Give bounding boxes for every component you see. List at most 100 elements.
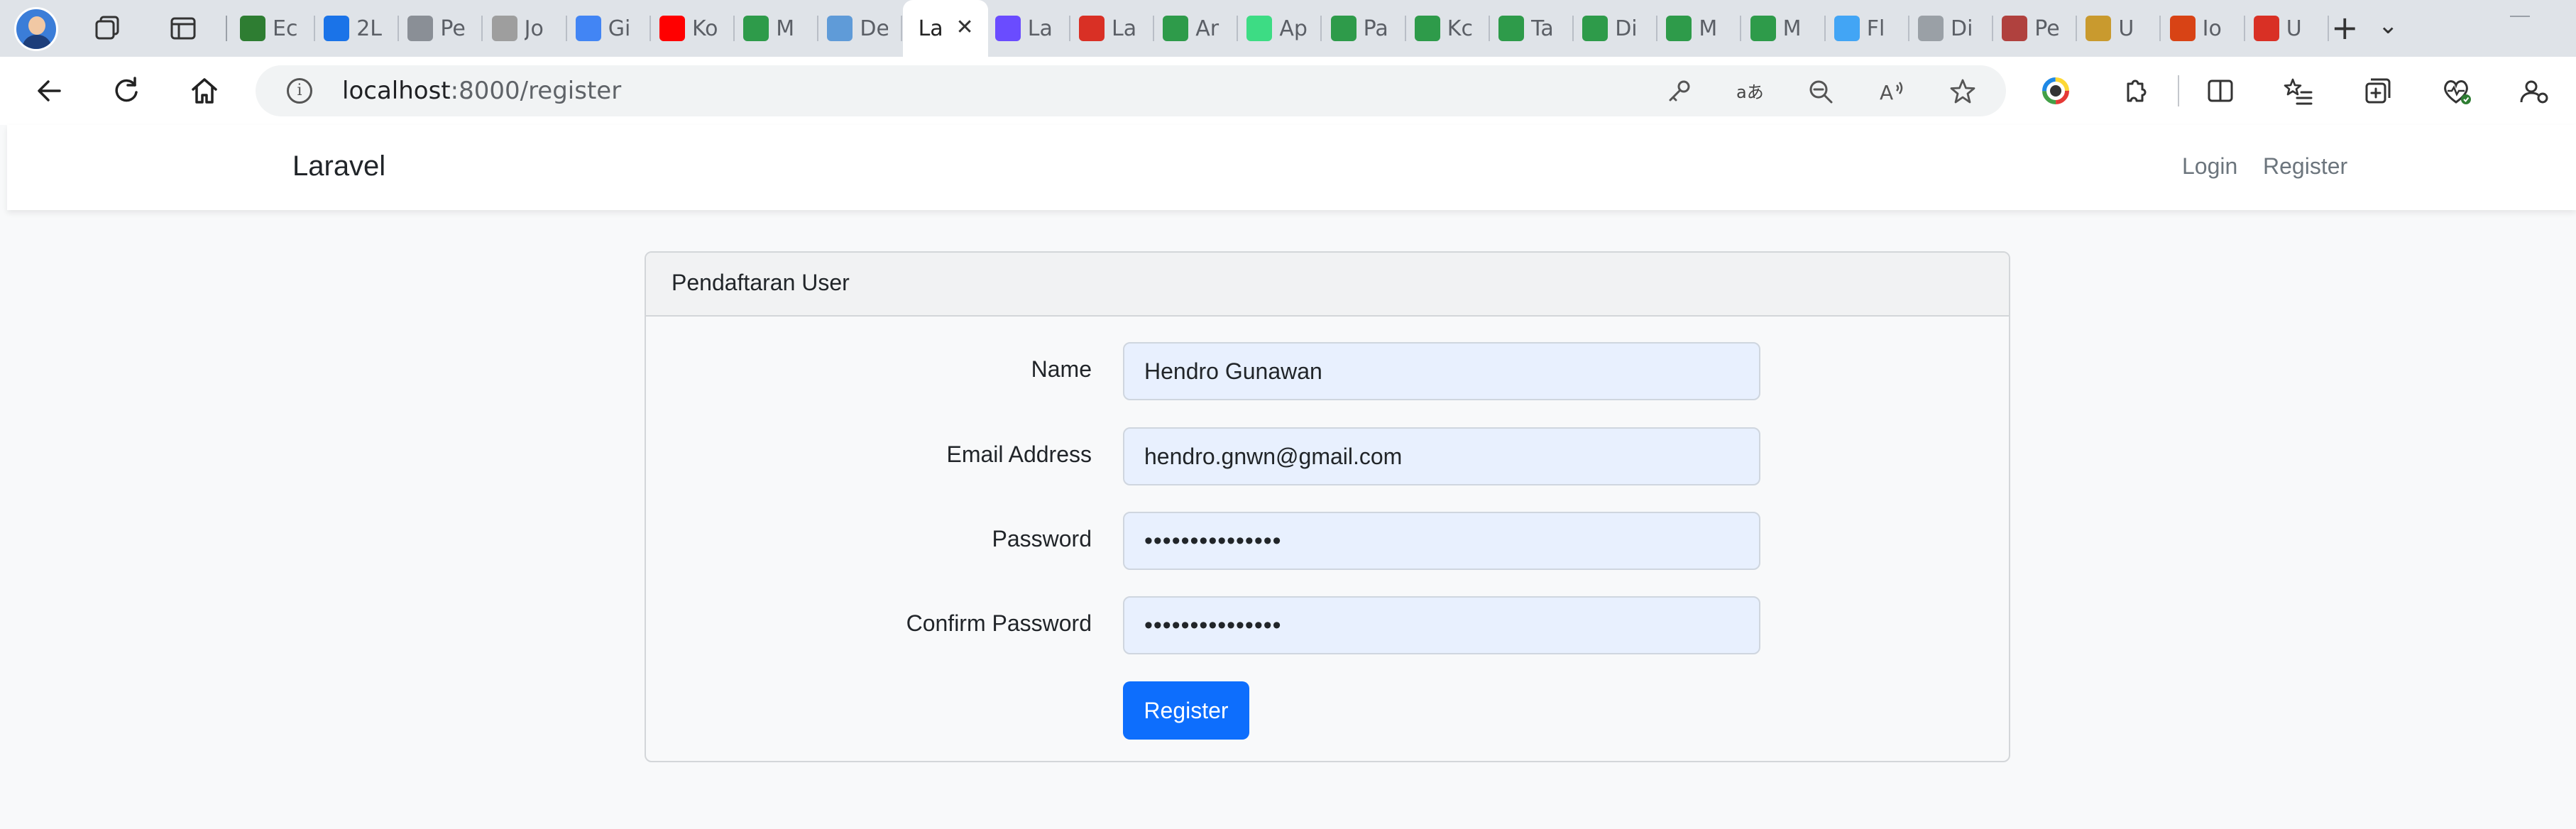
browser-tab-title: M — [1699, 16, 1718, 41]
browser-tab-title: Pa — [1363, 16, 1388, 41]
toolbar-divider — [2178, 75, 2179, 106]
tab-list-button[interactable]: ⌄ — [2378, 11, 2399, 40]
tab-separator — [2327, 16, 2329, 41]
browser-tab[interactable]: Ec — [231, 0, 315, 57]
browser-tab[interactable]: La — [987, 0, 1070, 57]
zoom-out-icon[interactable] — [1806, 77, 1836, 106]
browser-tab[interactable]: De — [818, 0, 903, 57]
browser-tab[interactable]: La — [1070, 0, 1154, 57]
home-icon[interactable] — [186, 72, 223, 109]
browser-tab[interactable]: Pa — [1322, 0, 1406, 57]
avatar-face — [28, 16, 45, 35]
browser-tab-title: U — [2118, 16, 2134, 41]
browser-tab-title: Pe — [2034, 16, 2060, 41]
new-tab-button[interactable]: + — [2331, 10, 2359, 45]
browser-tab[interactable]: La ✕ — [902, 0, 988, 57]
password-key-icon[interactable] — [1664, 77, 1694, 106]
browser-tab[interactable]: Kc — [1406, 0, 1490, 57]
browser-tab[interactable]: Ar — [1154, 0, 1239, 57]
browser-tab[interactable]: Ta — [1490, 0, 1574, 57]
browser-tab[interactable]: Di — [1909, 0, 1993, 57]
name-input[interactable] — [1123, 342, 1760, 400]
app-brand[interactable]: Laravel — [292, 150, 385, 182]
mendeley-icon — [1750, 16, 1776, 41]
browser-tab-title: Fl — [1866, 16, 1885, 41]
browser-tab[interactable]: Jo — [483, 0, 567, 57]
android-icon — [1246, 16, 1273, 41]
mendeley-icon — [1163, 16, 1189, 41]
maps-pin-icon — [240, 16, 265, 41]
browser-tab[interactable]: M — [1742, 0, 1826, 57]
profile-manager-icon[interactable] — [2517, 74, 2551, 108]
google-icon — [1918, 16, 1944, 41]
flutter-icon — [1834, 16, 1860, 41]
browser-tab-title: La — [918, 16, 943, 41]
browser-tab[interactable]: 2L — [315, 0, 400, 57]
browser-tab-title: Ec — [273, 16, 298, 41]
email-input[interactable] — [1123, 427, 1760, 485]
vertical-tabs-icon[interactable] — [168, 13, 199, 44]
browser-tab[interactable]: U — [2245, 0, 2329, 57]
mendeley-icon — [743, 16, 769, 41]
workspaces-icon[interactable] — [92, 13, 124, 44]
split-screen-icon[interactable] — [2203, 74, 2237, 108]
translate-icon[interactable]: aあ — [1735, 77, 1765, 106]
site-info-icon[interactable]: i — [287, 78, 312, 104]
browser-tab[interactable]: Ko — [651, 0, 735, 57]
browser-tab-title: Gi — [608, 16, 631, 41]
color-extension-icon[interactable] — [2039, 74, 2073, 108]
browser-tab-title: Ap — [1279, 16, 1308, 41]
browser-tab-title: Ta — [1531, 16, 1554, 41]
url-path: :8000/register — [450, 77, 622, 105]
browser-tab[interactable]: Gi — [567, 0, 651, 57]
pdf-icon — [2253, 16, 2279, 41]
color-wheel-icon — [994, 16, 1021, 41]
favorite-star-icon[interactable] — [1948, 77, 1978, 106]
back-icon[interactable] — [31, 72, 68, 109]
refresh-icon[interactable] — [108, 72, 145, 109]
browser-tab[interactable]: Ap — [1238, 0, 1322, 57]
browser-tab[interactable]: Di — [1574, 0, 1658, 57]
uma-logo-icon — [2169, 16, 2196, 41]
mendeley-icon — [1582, 16, 1608, 41]
browser-tab-title: Ar — [1195, 16, 1220, 41]
close-tab-icon[interactable]: ✕ — [955, 17, 973, 38]
browser-tab[interactable]: M — [735, 0, 819, 57]
browser-tab-strip: Ec 2L Pe Jo Gi Ko M De La ✕ La La Ar Ap Pa Kc Ta Di M M Fl Di… — [0, 0, 2576, 57]
browser-tab[interactable]: U — [2077, 0, 2161, 57]
browser-tab-title: Pe — [440, 16, 466, 41]
confirm-password-input[interactable]: ••••••••••••••• — [1123, 596, 1760, 654]
favorites-list-icon[interactable] — [2281, 74, 2315, 108]
browser-tab-title: U — [2286, 16, 2302, 41]
password-input[interactable]: ••••••••••••••• — [1123, 512, 1760, 570]
read-aloud-icon[interactable]: A — [1877, 77, 1907, 106]
app-navbar: Laravel Login Register — [7, 125, 2576, 210]
svg-text:A: A — [1880, 81, 1893, 104]
browser-tab-title: La — [1027, 16, 1053, 41]
browser-tab[interactable]: Fl — [1826, 0, 1909, 57]
avatar-body — [22, 35, 52, 49]
browser-tab[interactable]: M — [1657, 0, 1742, 57]
browser-tab-title: Di — [1951, 16, 1973, 41]
browser-tab-title: Ko — [692, 16, 718, 41]
browser-essentials-icon[interactable] — [2439, 74, 2473, 108]
register-button[interactable]: Register — [1123, 681, 1249, 740]
profile-avatar[interactable] — [14, 7, 58, 51]
address-url[interactable]: localhost:8000/register — [342, 77, 621, 105]
mendeley-icon — [1498, 16, 1524, 41]
browser-tab[interactable]: Pe — [1993, 0, 2078, 57]
register-link[interactable]: Register — [2263, 153, 2347, 180]
browser-tab-title: La — [1112, 16, 1137, 41]
password-label: Password — [992, 526, 1092, 551]
browser-tab[interactable]: Io — [2161, 0, 2245, 57]
window-minimize-icon[interactable] — [2510, 16, 2530, 17]
browser-tab[interactable]: Pe — [399, 0, 483, 57]
login-link[interactable]: Login — [2182, 153, 2237, 180]
browser-tab-title: M — [776, 16, 795, 41]
collections-icon[interactable] — [2361, 74, 2395, 108]
extensions-puzzle-icon[interactable] — [2118, 74, 2152, 108]
chatgpt-icon — [407, 16, 434, 41]
browser-tab-title: Kc — [1447, 16, 1473, 41]
browser-tab-title: Jo — [524, 16, 544, 41]
browser-tab-title: Io — [2202, 16, 2222, 41]
